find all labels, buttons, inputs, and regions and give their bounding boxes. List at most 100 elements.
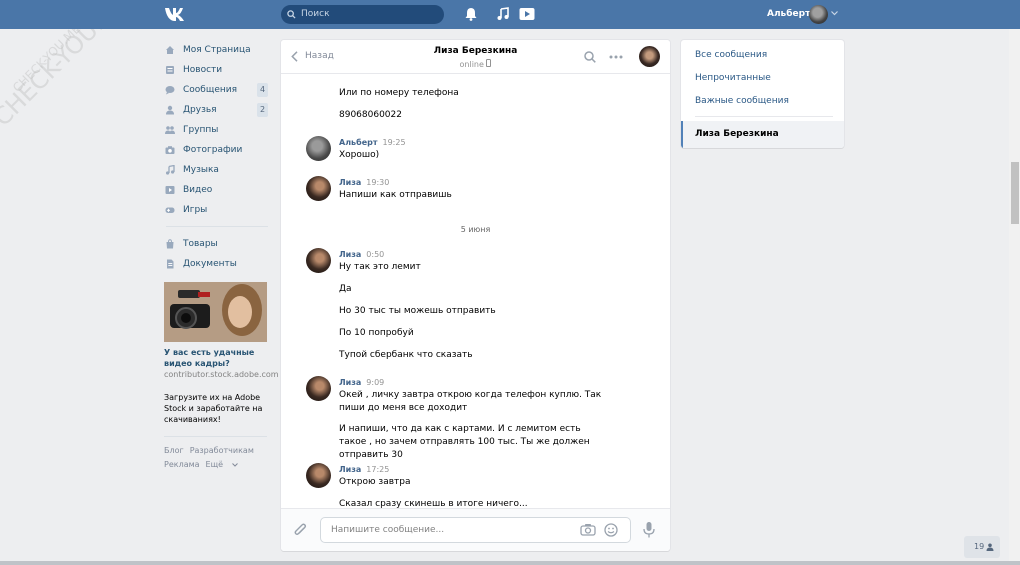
footer-more-label: Ещё [205, 460, 224, 469]
message-composer: Напишите сообщение... [281, 508, 670, 551]
menu-unread[interactable]: Непрочитанные [695, 73, 771, 83]
nav-item-label: Друзья [183, 105, 217, 115]
author-name: Лиза [339, 250, 362, 259]
nav-item-label: Новости [183, 65, 223, 75]
nav-item-label: Группы [183, 125, 219, 135]
menu-active-chat[interactable]: Лиза Березкина [681, 121, 844, 148]
nav-item-goods[interactable]: Товары [162, 234, 272, 254]
menu-important[interactable]: Важные сообщения [695, 96, 789, 106]
music-icon[interactable] [496, 7, 510, 21]
goods-icon [166, 239, 174, 249]
counter-value: 19 [974, 542, 985, 551]
message-text: Но 30 тыс ты можешь отправить [339, 306, 496, 316]
footer-link-ads[interactable]: Реклама [164, 460, 200, 469]
menu-divider [695, 116, 833, 117]
friends-icon [166, 105, 174, 115]
message-time: 19:25 [382, 138, 406, 147]
ad-title[interactable]: У вас есть удачные видео кадры? [164, 347, 268, 369]
nav-item-groups[interactable]: Группы [162, 120, 272, 140]
nav-item-games[interactable]: Игры [162, 200, 272, 220]
message-text: Сказал сразу скинешь в итоге ничего... [339, 499, 528, 508]
microphone-icon[interactable] [643, 521, 655, 539]
peer-status: online [281, 59, 670, 69]
peer-avatar[interactable] [639, 46, 660, 67]
nav-item-label: Товары [183, 239, 218, 249]
nav-item-news[interactable]: Новости [162, 60, 272, 80]
search-input[interactable]: Поиск [281, 5, 444, 24]
nav-item-documents[interactable]: Документы [162, 254, 272, 274]
mobile-icon [486, 59, 492, 67]
more-dots-icon[interactable] [609, 55, 623, 59]
messages-icon [165, 86, 175, 95]
message-avatar[interactable] [306, 248, 331, 273]
search-placeholder: Поиск [301, 9, 330, 19]
peer-status-text: online [459, 60, 484, 69]
friends-count-badge: 2 [257, 103, 268, 117]
nav-item-video[interactable]: Видео [162, 180, 272, 200]
footer-link-more[interactable]: Ещё [206, 460, 238, 469]
camera-icon [165, 146, 175, 154]
video-play-icon[interactable] [519, 7, 535, 21]
page-scrollbar[interactable] [1009, 29, 1020, 565]
footer-link-devs[interactable]: Разработчикам [190, 446, 254, 455]
message-author[interactable]: Лиза 9:09 [339, 377, 384, 388]
watermark-small: CHECK-YOU.ME [10, 21, 84, 95]
footer-links: Блог Разработчикам Реклама Ещё [164, 444, 274, 472]
footer-divider [164, 436, 267, 437]
ad-camera-photo [164, 282, 267, 342]
nav-item-music[interactable]: Музыка [162, 160, 272, 180]
nav-item-my-page[interactable]: Моя Страница [162, 40, 272, 60]
nav-item-friends[interactable]: Друзья 2 [162, 100, 272, 120]
vk-logo-icon[interactable] [164, 5, 186, 23]
news-icon [166, 66, 174, 74]
active-chat-label: Лиза Березкина [695, 129, 779, 139]
author-name: Лиза [339, 465, 362, 474]
home-icon [166, 46, 174, 54]
ad-text: Загрузите их на Adobe Stock и заработайт… [164, 393, 263, 424]
message-author[interactable]: Лиза 17:25 [339, 464, 389, 475]
message-avatar[interactable] [306, 463, 331, 488]
user-avatar[interactable] [809, 5, 828, 24]
footer-link-blog[interactable]: Блог [164, 446, 184, 455]
message-time: 19:30 [366, 178, 390, 187]
nav-item-label: Документы [183, 259, 237, 269]
nav-item-photos[interactable]: Фотографии [162, 140, 272, 160]
message-avatar[interactable] [306, 176, 331, 201]
message-history[interactable]: Или по номеру телефона 89068060022 Альбе… [281, 75, 670, 508]
scrollbar-thumb[interactable] [1011, 162, 1019, 224]
bell-icon[interactable] [464, 7, 478, 21]
message-text: Тупой сбербанк что сказать [339, 350, 473, 360]
ad-image[interactable] [164, 282, 267, 342]
message-text: Открою завтра [339, 477, 411, 487]
ad-domain: contributor.stock.adobe.com [164, 370, 279, 379]
video-icon [165, 186, 175, 194]
message-text: Напиши как отправишь [339, 190, 452, 200]
nav-item-label: Сообщения [183, 85, 238, 95]
message-avatar[interactable] [306, 136, 331, 161]
music-icon [166, 165, 175, 175]
games-icon [165, 207, 175, 213]
chevron-down-icon[interactable] [831, 11, 838, 16]
user-name[interactable]: Альберт [767, 0, 810, 29]
messages-count-badge: 4 [257, 83, 268, 97]
chat-header: Назад Лиза Березкина online [281, 40, 670, 74]
online-friends-counter[interactable]: 19 [964, 536, 1000, 558]
menu-all-messages[interactable]: Все сообщения [695, 50, 767, 60]
author-name: Альберт [339, 138, 378, 147]
message-avatar[interactable] [306, 376, 331, 401]
messages-filter-menu: Все сообщения Непрочитанные Важные сообщ… [681, 40, 844, 148]
message-author[interactable]: Лиза 0:50 [339, 249, 384, 260]
message-text: По 10 попробуй [339, 328, 414, 338]
message-text: Хорошо) [339, 150, 380, 160]
search-icon[interactable] [584, 51, 596, 63]
top-header: Поиск Альберт [0, 0, 1020, 29]
paperclip-icon[interactable] [293, 522, 307, 538]
nav-item-messages[interactable]: Сообщения 4 [162, 80, 272, 100]
chevron-down-icon [231, 463, 238, 467]
nav-divider [166, 226, 268, 227]
camera-icon[interactable] [580, 523, 596, 536]
message-author[interactable]: Лиза 19:30 [339, 177, 389, 188]
bottom-edge [0, 561, 1020, 565]
smile-icon[interactable] [604, 523, 618, 537]
message-author[interactable]: Альберт 19:25 [339, 137, 406, 148]
